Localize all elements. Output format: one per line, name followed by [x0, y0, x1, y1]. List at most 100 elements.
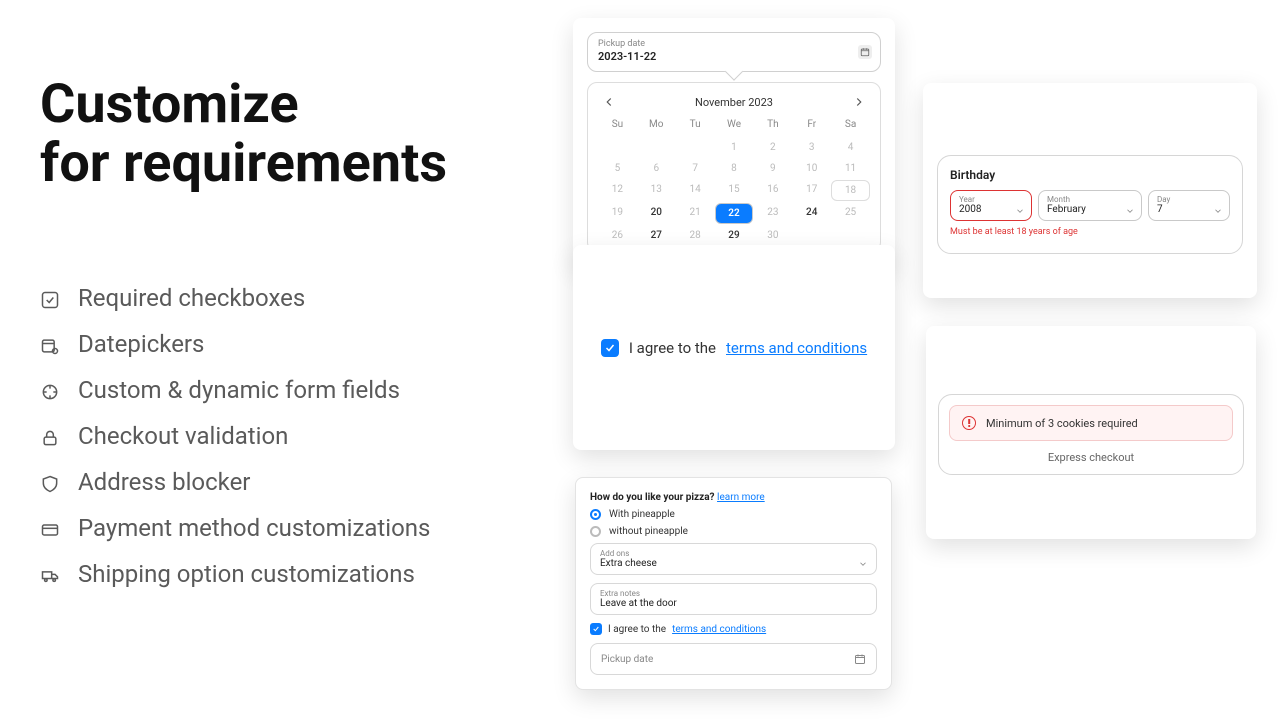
- pointer-icon: [40, 380, 60, 400]
- pickup-date-input[interactable]: Pickup date 2023-11-22: [587, 32, 881, 72]
- feature-item: Shipping option customizations: [40, 560, 540, 588]
- calendar-day: 30: [753, 226, 792, 245]
- feature-label: Shipping option customizations: [78, 560, 415, 588]
- field-label: Extra notes: [600, 589, 867, 598]
- terms-text: I agree to the: [608, 624, 666, 635]
- radio-label: without pineapple: [609, 526, 688, 537]
- feature-label: Datepickers: [78, 330, 204, 358]
- terms-row: I agree to the terms and conditions: [601, 339, 867, 357]
- learn-more-link[interactable]: learn more: [717, 492, 765, 503]
- chevron-down-icon: [1125, 201, 1135, 211]
- calendar-day: 8: [715, 159, 754, 178]
- terms-link[interactable]: terms and conditions: [726, 339, 867, 357]
- calendar-day: 21: [676, 203, 715, 224]
- input-label: Pickup date: [598, 39, 870, 49]
- calendar-icon: [858, 45, 872, 59]
- birthday-fieldset: Birthday Year 2008 Month February Day 7 …: [937, 155, 1243, 254]
- calendar-day: 1: [715, 138, 754, 157]
- year-select[interactable]: Year 2008: [950, 190, 1032, 221]
- calendar-day: 3: [792, 138, 831, 157]
- day-select[interactable]: Day 7: [1148, 190, 1230, 221]
- terms-checkbox[interactable]: [590, 623, 602, 635]
- calendar-day: 26: [598, 226, 637, 245]
- calendar-day: [598, 138, 637, 157]
- input-value: 2023-11-22: [598, 50, 870, 63]
- feature-label: Address blocker: [78, 468, 250, 496]
- calendar-day: 18: [831, 180, 870, 201]
- validation-inner: Minimum of 3 cookies required Express ch…: [938, 394, 1244, 475]
- calendar-header: November 2023: [598, 93, 870, 117]
- feature-item: Datepickers: [40, 330, 540, 358]
- warning-icon: [962, 416, 976, 430]
- calendar-day: 28: [676, 226, 715, 245]
- radio-icon: [590, 509, 601, 520]
- month-select[interactable]: Month February: [1038, 190, 1142, 221]
- radio-with-pineapple[interactable]: With pineapple: [590, 509, 877, 520]
- notes-input[interactable]: Extra notes Leave at the door: [590, 583, 877, 615]
- calendar-day: 13: [637, 180, 676, 201]
- birthday-card: Birthday Year 2008 Month February Day 7 …: [923, 83, 1257, 298]
- addons-select[interactable]: Add ons Extra cheese: [590, 543, 877, 575]
- shield-icon: [40, 472, 60, 492]
- feature-item: Required checkboxes: [40, 284, 540, 312]
- terms-text: I agree to the: [629, 339, 716, 357]
- feature-item: Custom & dynamic form fields: [40, 376, 540, 404]
- next-month-button[interactable]: [852, 95, 866, 109]
- hero-left: Customize for requirements Required chec…: [40, 75, 540, 606]
- calendar-day: 10: [792, 159, 831, 178]
- feature-label: Payment method customizations: [78, 514, 430, 542]
- pizza-form-card: How do you like your pizza? learn more W…: [575, 477, 892, 690]
- calendar-day: 2: [753, 138, 792, 157]
- calendar-day: [637, 138, 676, 157]
- dow-label: Sa: [831, 117, 870, 136]
- feature-list: Required checkboxes Datepickers Custom &…: [40, 284, 540, 588]
- dow-label: Tu: [676, 117, 715, 136]
- field-value: Extra cheese: [600, 558, 867, 569]
- calendar-day[interactable]: 27: [637, 226, 676, 245]
- pizza-question: How do you like your pizza? learn more: [590, 492, 877, 503]
- radio-without-pineapple[interactable]: without pineapple: [590, 526, 877, 537]
- validation-card: Minimum of 3 cookies required Express ch…: [926, 326, 1256, 539]
- calendar-day[interactable]: 20: [637, 203, 676, 224]
- calendar-day[interactable]: 29: [715, 226, 754, 245]
- calendar-day: 9: [753, 159, 792, 178]
- select-value: 7: [1157, 204, 1221, 215]
- calendar-day: 14: [676, 180, 715, 201]
- terms-checkbox[interactable]: [601, 339, 619, 357]
- calendar-cog-icon: [40, 334, 60, 354]
- prev-month-button[interactable]: [602, 95, 616, 109]
- field-value: Leave at the door: [600, 598, 867, 609]
- chevron-down-icon: [858, 554, 868, 564]
- pizza-terms-row: I agree to the terms and conditions: [590, 623, 877, 635]
- calendar-day[interactable]: 24: [792, 203, 831, 224]
- feature-label: Custom & dynamic form fields: [78, 376, 400, 404]
- birthday-selects: Year 2008 Month February Day 7: [950, 190, 1230, 221]
- calendar-day: 19: [598, 203, 637, 224]
- calendar-day: 23: [753, 203, 792, 224]
- pickup-date-field[interactable]: Pickup date: [590, 643, 877, 675]
- datepicker-card: Pickup date 2023-11-22 November 2023 SuM…: [573, 18, 895, 266]
- calendar-day: 15: [715, 180, 754, 201]
- calendar-day: 12: [598, 180, 637, 201]
- calendar-day: 4: [831, 138, 870, 157]
- select-value: 2008: [959, 204, 1023, 215]
- calendar-day: 6: [637, 159, 676, 178]
- terms-link[interactable]: terms and conditions: [672, 624, 766, 635]
- calendar-day[interactable]: 22: [715, 203, 754, 224]
- birthday-error: Must be at least 18 years of age: [950, 227, 1080, 239]
- select-label: Month: [1047, 195, 1133, 204]
- radio-icon: [590, 526, 601, 537]
- calendar-icon: [854, 653, 866, 665]
- select-label: Day: [1157, 195, 1221, 204]
- calendar-day: 11: [831, 159, 870, 178]
- calendar-day: [831, 226, 870, 245]
- credit-card-icon: [40, 518, 60, 538]
- feature-item: Address blocker: [40, 468, 540, 496]
- placeholder-text: Pickup date: [601, 654, 653, 665]
- dow-label: We: [715, 117, 754, 136]
- field-label: Add ons: [600, 549, 867, 558]
- calendar-grid: SuMoTuWeThFrSa12345678910111213141516171…: [598, 117, 870, 245]
- calendar-day: [676, 138, 715, 157]
- checkbox-icon: [40, 288, 60, 308]
- alert-text: Minimum of 3 cookies required: [986, 417, 1138, 430]
